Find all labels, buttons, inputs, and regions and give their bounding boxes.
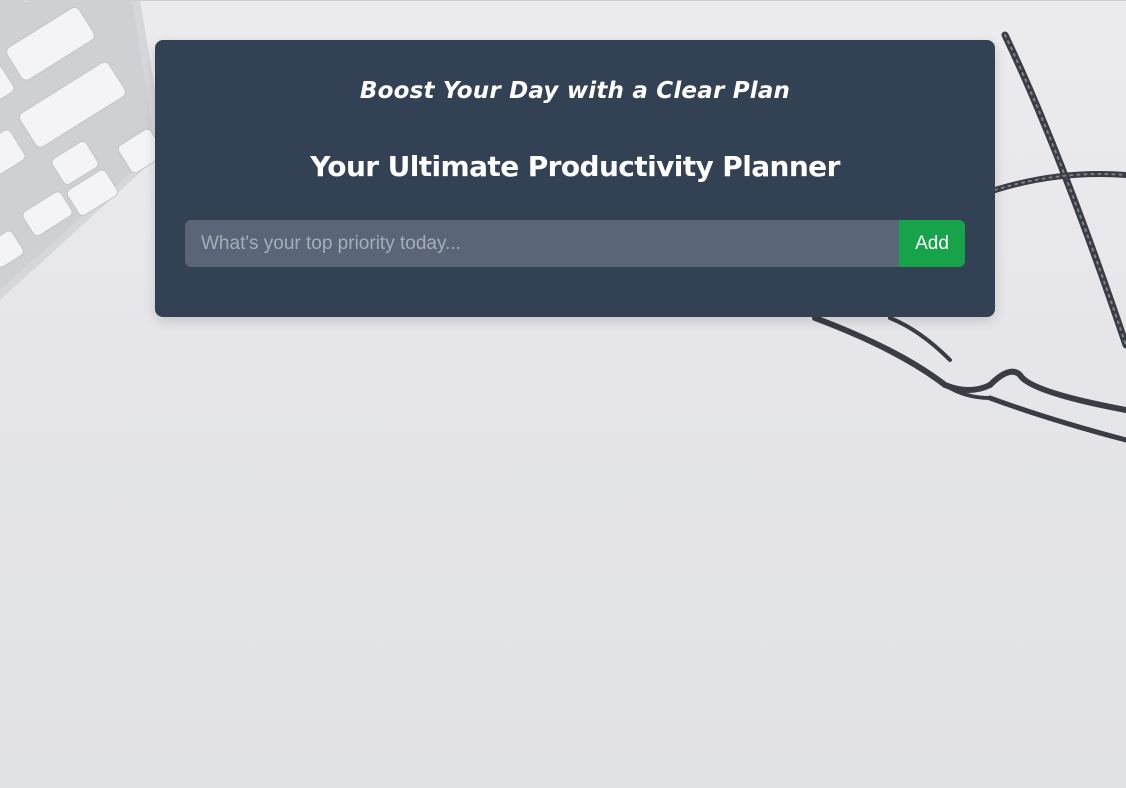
planner-card: Boost Your Day with a Clear Plan Your Ul… bbox=[155, 40, 995, 317]
task-input-row: Add bbox=[185, 220, 965, 267]
add-task-button[interactable]: Add bbox=[899, 220, 965, 267]
page-title: Your Ultimate Productivity Planner bbox=[310, 150, 840, 183]
keyboard-icon bbox=[0, 0, 165, 300]
task-input[interactable] bbox=[185, 220, 899, 267]
planner-subtitle: Boost Your Day with a Clear Plan bbox=[359, 78, 791, 104]
